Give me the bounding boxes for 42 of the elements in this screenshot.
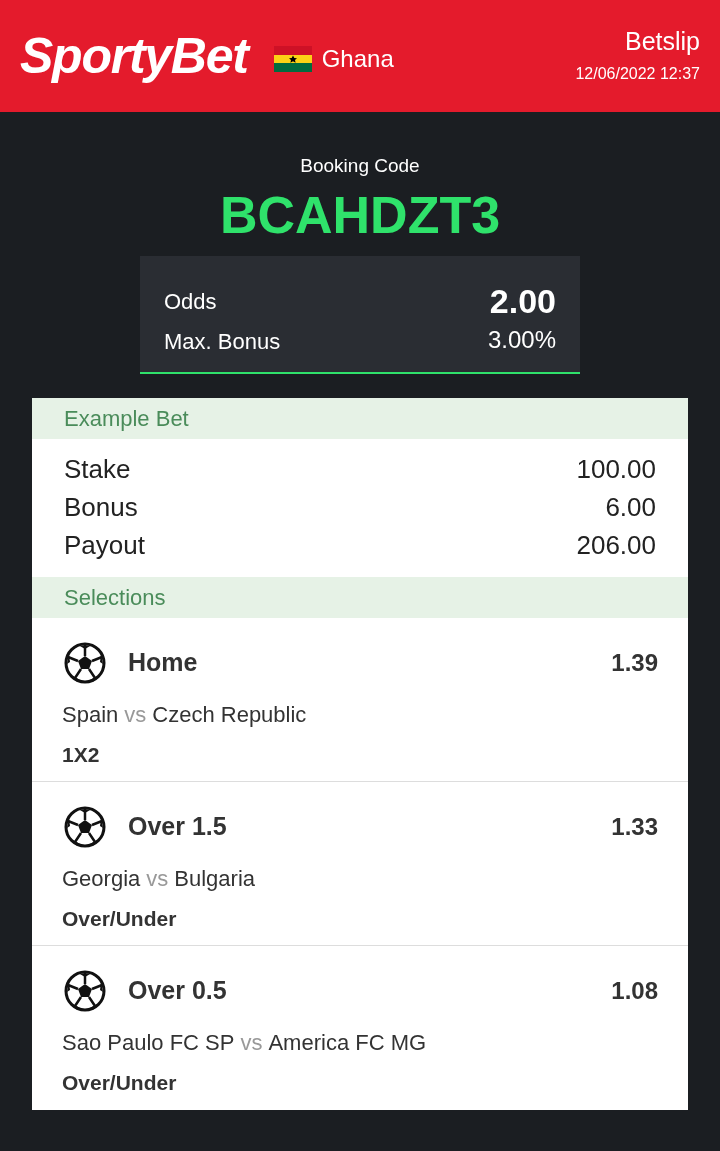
odds-value: 1.39 bbox=[611, 647, 658, 678]
team-name: Sao Paulo FC SP bbox=[62, 1028, 235, 1057]
pick-label: Over 0.5 bbox=[128, 974, 227, 1006]
team-name: Georgia bbox=[62, 864, 141, 893]
football-icon bbox=[64, 969, 106, 1012]
team-name: America FC MG bbox=[268, 1028, 427, 1057]
market-label: Over/Under bbox=[62, 905, 178, 932]
team-name: Czech Republic bbox=[152, 700, 307, 729]
versus-label: vs bbox=[146, 864, 169, 893]
odds-value: 1.08 bbox=[611, 975, 658, 1006]
versus-label: vs bbox=[124, 700, 147, 729]
selection-row[interactable]: Over 1.5 1.33 Georgia vs Bulgaria Over/Under bbox=[32, 781, 688, 946]
bet-value: 206.00 bbox=[576, 529, 656, 562]
selection-row[interactable]: Home 1.39 Spain vs Czech Republic 1X2 bbox=[32, 617, 688, 782]
summary-label: Odds bbox=[164, 287, 217, 316]
football-icon bbox=[64, 805, 106, 848]
market-label: Over/Under bbox=[62, 1069, 178, 1096]
pick-label: Home bbox=[128, 646, 198, 678]
bet-label: Stake bbox=[64, 453, 131, 486]
flag-icon bbox=[273, 46, 312, 72]
pick-label: Over 1.5 bbox=[128, 810, 227, 842]
bet-label: Bonus bbox=[64, 491, 138, 524]
date-time: 12/06/2022 12:37 bbox=[575, 63, 700, 84]
odds-value: 1.33 bbox=[611, 811, 658, 842]
booking-code: BCAHDZT3 bbox=[219, 184, 501, 246]
market-label: 1X2 bbox=[62, 741, 101, 768]
bet-label: Payout bbox=[64, 529, 145, 562]
football-icon bbox=[64, 641, 106, 684]
team-name: Bulgaria bbox=[174, 864, 255, 893]
section-heading: Example Bet bbox=[32, 397, 688, 439]
summary-label: Max. Bonus bbox=[164, 327, 281, 356]
section-heading: Selections bbox=[32, 576, 688, 618]
versus-label: vs bbox=[240, 1028, 263, 1057]
team-name: Spain bbox=[62, 700, 119, 729]
bet-value: 6.00 bbox=[605, 491, 656, 524]
page-title: Betslip bbox=[624, 26, 700, 58]
booking-code-label: Booking Code bbox=[300, 154, 420, 178]
bet-value: 100.00 bbox=[576, 453, 656, 486]
country-label[interactable]: Ghana bbox=[321, 41, 394, 77]
summary-value: 3.00% bbox=[487, 324, 556, 355]
selection-row[interactable]: Over 0.5 1.08 Sao Paulo FC SP vs America FC MG Over/Under bbox=[32, 945, 688, 1110]
summary-value: 2.00 bbox=[489, 283, 556, 318]
